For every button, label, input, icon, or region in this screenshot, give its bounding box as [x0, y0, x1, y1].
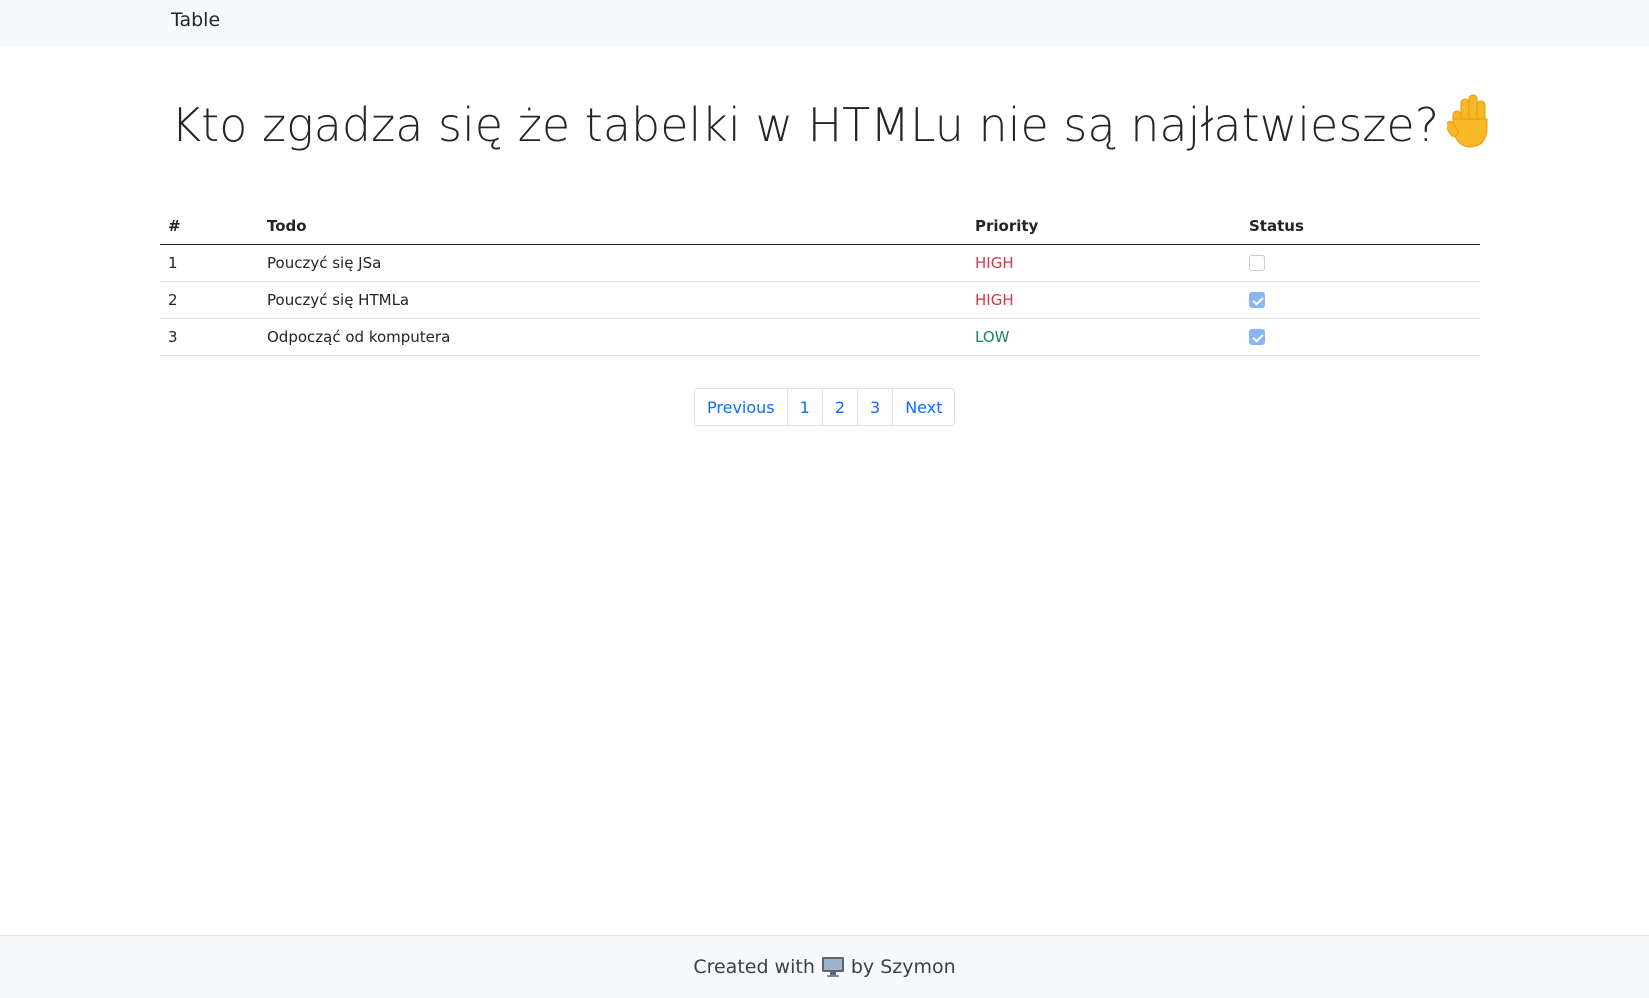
- row-num: 3: [160, 318, 259, 356]
- row-todo: Pouczyć się JSa: [259, 244, 967, 282]
- footer-credit: Created with by Szymon: [693, 956, 955, 978]
- pagination-page-2[interactable]: 2: [821, 389, 857, 425]
- row-status: [1241, 244, 1480, 282]
- column-header-todo: Todo: [259, 207, 967, 245]
- page-title-text: Kto zgadza się że tabelki w HTMLu nie są…: [171, 98, 1440, 152]
- table-row: 2 Pouczyć się HTMLa HIGH: [160, 281, 1480, 319]
- status-checkbox[interactable]: [1249, 329, 1265, 345]
- pagination: Previous 1 2 3 Next: [694, 388, 956, 426]
- footer-suffix: by Szymon: [850, 956, 956, 978]
- footer: Created with by Szymon: [0, 935, 1649, 998]
- pagination-next-button[interactable]: Next: [892, 389, 955, 425]
- column-header-num: #: [160, 207, 259, 245]
- pagination-page-1[interactable]: 1: [786, 389, 822, 425]
- table-header-row: # Todo Priority Status: [160, 207, 1480, 245]
- row-todo: Odpocząć od komputera: [259, 318, 967, 356]
- row-priority: HIGH: [967, 244, 1241, 282]
- row-priority: HIGH: [967, 281, 1241, 319]
- row-status: [1241, 281, 1480, 319]
- status-checkbox[interactable]: [1249, 255, 1265, 271]
- pagination-page-3[interactable]: 3: [857, 389, 893, 425]
- footer-prefix: Created with: [693, 956, 815, 978]
- table-row: 1 Pouczyć się JSa HIGH: [160, 244, 1480, 282]
- pagination-previous-button[interactable]: Previous: [695, 389, 787, 425]
- navbar: Table: [0, 0, 1649, 47]
- navbar-brand[interactable]: Table: [171, 8, 220, 32]
- row-status: [1241, 318, 1480, 356]
- table-row: 3 Odpocząć od komputera LOW: [160, 318, 1480, 356]
- todo-table: # Todo Priority Status 1 Pouczyć się JSa…: [160, 207, 1480, 356]
- raised-hand-icon: [1447, 94, 1488, 148]
- page-title: Kto zgadza się że tabelki w HTMLu nie są…: [171, 90, 1493, 160]
- row-priority: LOW: [967, 318, 1241, 356]
- computer-icon: [821, 957, 844, 977]
- column-header-status: Status: [1241, 207, 1480, 245]
- row-num: 2: [160, 281, 259, 319]
- status-checkbox[interactable]: [1249, 292, 1265, 308]
- row-num: 1: [160, 244, 259, 282]
- row-todo: Pouczyć się HTMLa: [259, 281, 967, 319]
- column-header-priority: Priority: [967, 207, 1241, 245]
